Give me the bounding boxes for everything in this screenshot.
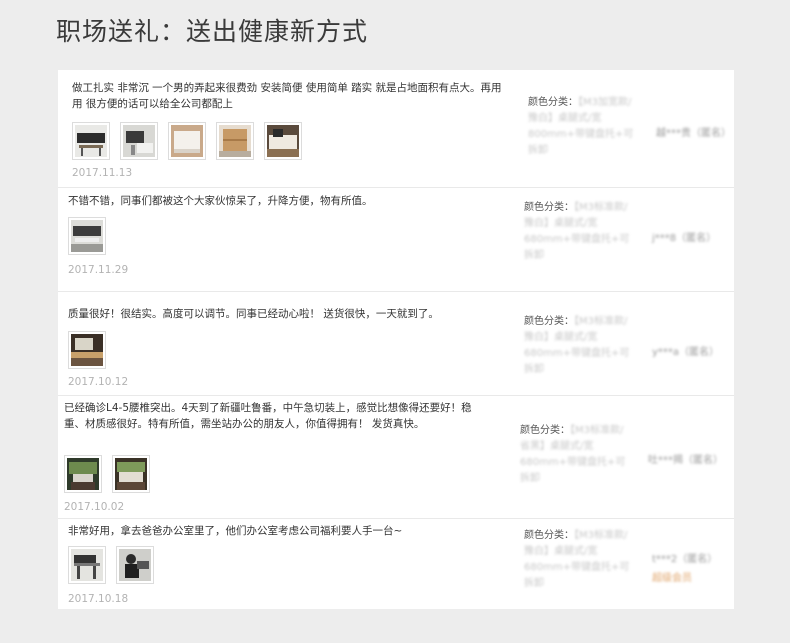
review-photo-thumbnail[interactable] [72, 122, 110, 160]
reviewer: y***a（匿名） [652, 343, 719, 358]
review-photo-thumbnail[interactable] [216, 122, 254, 160]
review-photo-thumbnail[interactable] [264, 122, 302, 160]
review-item: 不错不错，同事们都被这个大家伙惊呆了，升降方便，物有所值。 2017.11.29… [58, 187, 734, 292]
reviewer: t***2（匿名） 超级会员 [652, 550, 717, 584]
review-list: 做工扎实 非常沉 一个男的弄起来很费劲 安装简便 使用简单 踏实 就是占地面积有… [58, 70, 734, 609]
review-photo-thumbnail[interactable] [120, 122, 158, 160]
review-photo-thumbnail[interactable] [168, 122, 206, 160]
reviewer-name: t***2（匿名） [652, 554, 718, 565]
reviewer: 越***贵（匿名） [656, 124, 731, 139]
review-date: 2017.11.29 [68, 264, 129, 276]
sku-label: 颜色分类： [528, 97, 578, 108]
member-badge: 超级会员 [652, 573, 692, 584]
review-text: 做工扎实 非常沉 一个男的弄起来很费劲 安装简便 使用简单 踏实 就是占地面积有… [72, 82, 502, 110]
review-item: 做工扎实 非常沉 一个男的弄起来很费劲 安装简便 使用简单 踏实 就是占地面积有… [58, 70, 734, 188]
review-text: 已经确诊L4-5腰椎突出。4天到了新疆吐鲁番，中午急切装上，感觉比想像得还要好！… [64, 402, 472, 430]
review-photos [68, 331, 106, 369]
review-item: 非常好用，拿去爸爸办公室里了，他们办公室考虑公司福利要人手一台~ 2017.10… [58, 518, 734, 609]
reviewer: j***8（匿名） [652, 229, 716, 244]
sku-info: 颜色分类：【M3标准款/省黑】桌腿式/宽680mm+带键盘托+可拆卸 [520, 423, 632, 487]
reviewer-name: 吐***揭（匿名） [648, 455, 723, 466]
sku-label: 颜色分类： [524, 202, 574, 213]
reviewer-name: j***8（匿名） [652, 233, 717, 244]
review-photo-thumbnail[interactable] [68, 546, 106, 584]
reviewer-name: 越***贵（匿名） [656, 128, 731, 139]
review-photo-thumbnail[interactable] [68, 331, 106, 369]
review-date: 2017.10.02 [64, 501, 125, 513]
sku-info: 颜色分类：【M3标准款/豫白】桌腿式/宽680mm+带键盘托+可拆卸 [524, 200, 636, 264]
review-photo-thumbnail[interactable] [116, 546, 154, 584]
sku-info: 颜色分类：【M3加宽款/豫白】桌腿式/宽800mm+带键盘托+可拆卸 [528, 95, 640, 159]
page-title: 职场送礼：送出健康新方式 [56, 17, 369, 46]
review-photo-thumbnail[interactable] [68, 217, 106, 255]
sku-label: 颜色分类： [524, 316, 574, 327]
sku-label: 颜色分类： [524, 530, 574, 541]
sku-info: 颜色分类：【M3标准款/豫白】桌腿式/宽680mm+带键盘托+可拆卸 [524, 314, 636, 378]
review-date: 2017.11.13 [72, 167, 133, 179]
review-photo-thumbnail[interactable] [112, 455, 150, 493]
review-photos [72, 122, 302, 160]
review-photos [68, 546, 154, 584]
review-item: 质量很好！很结实。高度可以调节。同事已经动心啦！ 送货很快，一天就到了。 201… [58, 291, 734, 396]
review-text: 质量很好！很结实。高度可以调节。同事已经动心啦！ 送货很快，一天就到了。 [68, 308, 439, 320]
review-date: 2017.10.18 [68, 593, 129, 605]
review-text: 非常好用，拿去爸爸办公室里了，他们办公室考虑公司福利要人手一台~ [68, 525, 403, 537]
review-photos [64, 455, 150, 493]
review-date: 2017.10.12 [68, 376, 129, 388]
sku-label: 颜色分类： [520, 425, 570, 436]
sku-info: 颜色分类：【M3标准款/豫白】桌腿式/宽680mm+带键盘托+可拆卸 [524, 528, 636, 592]
reviewer-name: y***a（匿名） [652, 347, 720, 358]
review-text: 不错不错，同事们都被这个大家伙惊呆了，升降方便，物有所值。 [68, 195, 373, 207]
review-photos [68, 217, 106, 255]
review-photo-thumbnail[interactable] [64, 455, 102, 493]
review-item: 已经确诊L4-5腰椎突出。4天到了新疆吐鲁番，中午急切装上，感觉比想像得还要好！… [58, 395, 734, 519]
reviewer: 吐***揭（匿名） [648, 451, 723, 466]
